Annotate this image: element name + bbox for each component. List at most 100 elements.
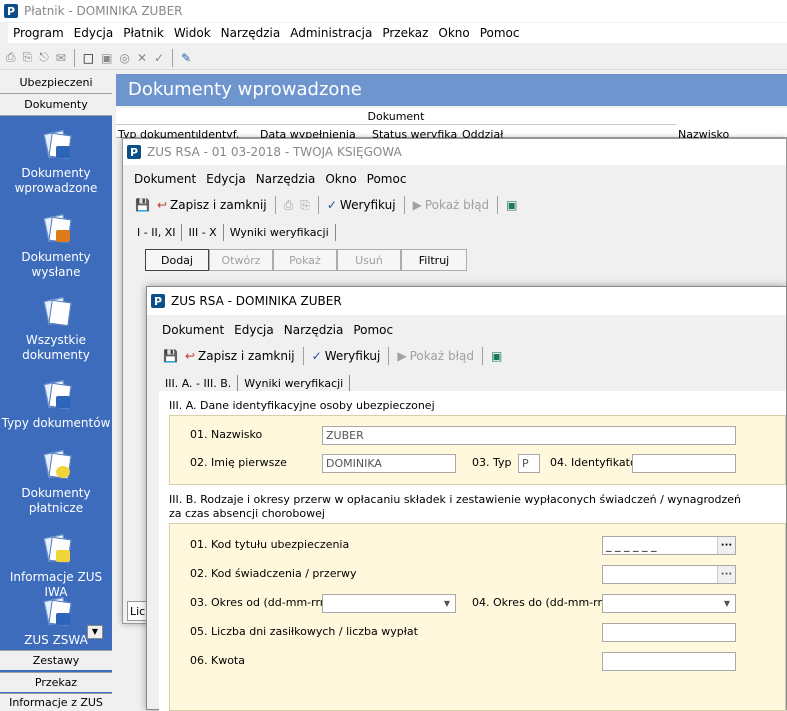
- open-document-icon[interactable]: ▣: [99, 48, 114, 68]
- import-icon[interactable]: ⎋: [37, 48, 51, 68]
- sidebar-tab-dokumenty[interactable]: Dokumenty: [0, 94, 112, 116]
- show-error-button[interactable]: ▶ Pokaż błąd: [411, 195, 492, 215]
- delete-icon[interactable]: ✕: [135, 48, 149, 68]
- type-label: 03. Typ: [472, 456, 512, 469]
- sidebar-scroll-down-button[interactable]: ▼: [87, 625, 103, 639]
- sidebar-item-label: Typy dokumentów: [1, 416, 111, 430]
- sidebar-item-label: Dokumenty wprowadzone: [14, 166, 98, 195]
- menu-widok[interactable]: Widok: [169, 26, 216, 40]
- new-document-icon[interactable]: □: [81, 48, 96, 68]
- menu-pomoc[interactable]: Pomoc: [475, 26, 525, 40]
- chevron-down-icon[interactable]: ▼: [719, 595, 735, 612]
- amount-label: 06. Kwota: [190, 654, 245, 667]
- sidebar-item-dokumenty-wprowadzone[interactable]: Dokumenty wprowadzone: [0, 130, 112, 196]
- show-button[interactable]: Pokaż: [273, 249, 337, 271]
- amount-field[interactable]: [602, 652, 736, 671]
- period-to-label: 04. Okres do (dd-mm-rrrr): [472, 596, 615, 609]
- benefit-days-field[interactable]: [602, 623, 736, 642]
- sidebar-item-wszystkie-dokumenty[interactable]: Wszystkie dokumenty: [0, 297, 112, 363]
- check-icon[interactable]: ✓: [152, 48, 166, 68]
- save-close-icon: ↩: [184, 349, 196, 363]
- book-icon[interactable]: ▣: [489, 346, 504, 366]
- identifier-field[interactable]: [632, 454, 736, 473]
- delete-button[interactable]: Usuń: [337, 249, 401, 271]
- platnik-app-icon: P: [127, 145, 141, 159]
- menu-dokument[interactable]: Dokument: [129, 172, 201, 186]
- book-icon[interactable]: ▣: [504, 195, 519, 215]
- insurance-code-label: 01. Kod tytułu ubezpieczenia: [190, 538, 350, 551]
- chevron-down-icon[interactable]: ▼: [439, 595, 455, 612]
- menu-platnik[interactable]: Płatnik: [118, 26, 169, 40]
- tab-iii-x[interactable]: III - X: [182, 224, 224, 241]
- tab-i-ii-xi[interactable]: I - II, XI: [131, 224, 183, 241]
- sidebar-item-informacje-zus-iwa[interactable]: Informacje ZUS IWA: [0, 534, 112, 600]
- show-error-button[interactable]: ▶ Pokaż błąd: [395, 346, 476, 366]
- platnik-app-icon: P: [151, 294, 165, 308]
- print-icon[interactable]: ⎙: [282, 195, 296, 215]
- send-icon[interactable]: ✉: [54, 48, 68, 68]
- sidebar-tab-informacje-z-zus[interactable]: Informacje z ZUS: [0, 693, 112, 710]
- export-icon[interactable]: ⎘: [298, 195, 312, 215]
- surname-field[interactable]: ZUBER: [322, 426, 736, 445]
- insurance-code-field[interactable]: _ _ _ _ _ _ ···: [602, 536, 736, 555]
- view-icon[interactable]: ◎: [117, 48, 131, 68]
- inner-window-tabs: III. A. - III. B. Wyniki weryfikacji: [159, 372, 351, 392]
- doc-window-menu-bar: Dokument Edycja Narzędzia Okno Pomoc: [129, 169, 784, 189]
- menu-narzedzia[interactable]: Narzędzia: [279, 323, 349, 337]
- sidebar-item-label: Wszystkie dokumenty: [22, 333, 90, 362]
- menu-okno[interactable]: Okno: [320, 172, 361, 186]
- menu-administracja[interactable]: Administracja: [285, 26, 377, 40]
- period-from-combo[interactable]: ▼: [322, 594, 456, 613]
- print-icon[interactable]: ⎙: [4, 48, 18, 68]
- sidebar-item-dokumenty-platnicze[interactable]: Dokumenty płatnicze: [0, 450, 112, 516]
- edit-list-icon[interactable]: ✎: [179, 48, 193, 68]
- open-button[interactable]: Otwórz: [209, 249, 273, 271]
- ellipsis-icon[interactable]: ···: [717, 566, 735, 583]
- menu-narzedzia[interactable]: Narzędzia: [251, 172, 321, 186]
- verify-button[interactable]: ✓ Weryfikuj: [325, 195, 398, 215]
- filter-button[interactable]: Filtruj: [401, 249, 467, 271]
- save-close-button[interactable]: ↩ Zapisz i zamknij: [155, 195, 269, 215]
- menu-okno[interactable]: Okno: [433, 26, 474, 40]
- type-field[interactable]: P: [518, 454, 540, 473]
- verify-button[interactable]: ✓ Weryfikuj: [310, 346, 383, 366]
- menu-dokument[interactable]: Dokument: [157, 323, 229, 337]
- tab-wyniki-weryfikacji[interactable]: Wyniki weryfikacji: [224, 224, 336, 241]
- sidebar: Ubezpieczeni Dokumenty Dokumenty wprowad…: [0, 72, 112, 710]
- menu-edycja[interactable]: Edycja: [229, 323, 279, 337]
- content-header: Dokumenty wprowadzone: [116, 74, 787, 106]
- page-title: Dokumenty wprowadzone: [128, 79, 362, 100]
- sidebar-tab-zestawy[interactable]: Zestawy: [0, 650, 112, 670]
- benefit-code-field[interactable]: ···: [602, 565, 736, 584]
- zus-zswa-icon: [40, 597, 72, 627]
- sidebar-item-dokumenty-wyslane[interactable]: Dokumenty wysłane: [0, 214, 112, 280]
- sidebar-tab-przekaz[interactable]: Przekaz: [0, 672, 112, 692]
- toolbar-separator: [317, 196, 319, 214]
- menu-narzedzia[interactable]: Narzędzia: [216, 26, 286, 40]
- sidebar-tab-ubezpieczeni[interactable]: Ubezpieczeni: [0, 72, 112, 94]
- main-menu-bar: Program Edycja Płatnik Widok Narzędzia A…: [8, 23, 787, 43]
- tab-iii-a-iii-b[interactable]: III. A. - III. B.: [159, 375, 239, 392]
- sidebar-item-zus-zswa[interactable]: ZUS ZSWA: [0, 597, 112, 648]
- all-documents-icon: [40, 297, 72, 327]
- menu-edycja[interactable]: Edycja: [69, 26, 119, 40]
- first-name-field[interactable]: DOMINIKA: [322, 454, 456, 473]
- save-icon[interactable]: 💾: [133, 195, 152, 215]
- menu-program[interactable]: Program: [8, 26, 69, 40]
- export-icon[interactable]: ⎘: [21, 48, 35, 68]
- zus-iwa-icon: [40, 534, 72, 564]
- documents-table-header: Dokument Typ dokumentu Identyf. Data wyp…: [116, 108, 787, 141]
- add-button[interactable]: Dodaj: [145, 249, 209, 271]
- menu-przekaz[interactable]: Przekaz: [377, 26, 433, 40]
- ellipsis-icon[interactable]: ···: [717, 537, 735, 554]
- save-close-button[interactable]: ↩ Zapisz i zamknij: [183, 346, 297, 366]
- period-to-combo[interactable]: ▼: [602, 594, 736, 613]
- sidebar-item-typy-dokumentow[interactable]: Typy dokumentów: [0, 380, 112, 431]
- menu-pomoc[interactable]: Pomoc: [362, 172, 412, 186]
- doc-window-title-bar: P ZUS RSA - 01 03-2018 - TWOJA KSIĘGOWA: [123, 139, 786, 165]
- toolbar-separator: [274, 196, 276, 214]
- menu-pomoc[interactable]: Pomoc: [348, 323, 398, 337]
- save-icon[interactable]: 💾: [161, 346, 180, 366]
- menu-edycja[interactable]: Edycja: [201, 172, 251, 186]
- tab-wyniki-weryfikacji[interactable]: Wyniki weryfikacji: [238, 375, 351, 392]
